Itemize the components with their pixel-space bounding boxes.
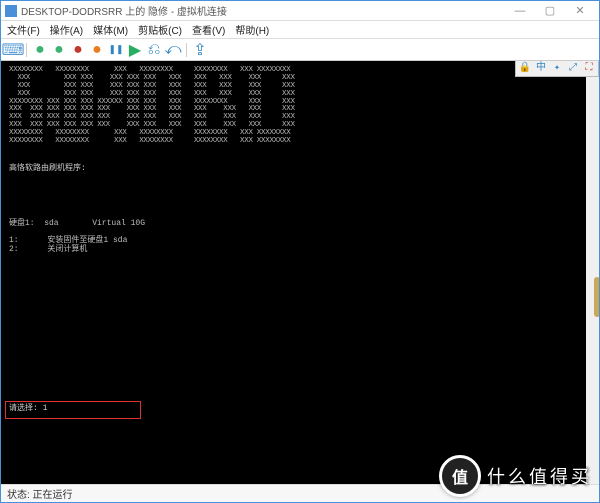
toolbar: ⌨ ● ● ● ● ❚❚ ▶ ⎌ ⤺ ⇪ xyxy=(1,39,599,61)
prompt-input-value[interactable]: 1 xyxy=(43,404,48,413)
status-text: 状态: 正在运行 xyxy=(7,486,73,501)
checkpoint-icon[interactable]: ⎌ xyxy=(146,42,162,58)
pause-icon[interactable]: ❚❚ xyxy=(108,42,124,58)
revert-icon[interactable]: ⤺ xyxy=(165,42,181,58)
scrollbar-thumb[interactable] xyxy=(594,277,599,317)
turnoff-icon[interactable]: ● xyxy=(51,42,67,58)
menu-media[interactable]: 媒体(M) xyxy=(93,22,128,37)
reset-icon[interactable]: ▶ xyxy=(127,42,143,58)
scrollbar-track[interactable] xyxy=(586,77,599,484)
fullscreen-icon[interactable]: ⛶ xyxy=(582,63,596,75)
console-mini-toolbar: 🔒 中 ✦ ⤢ ⛶ xyxy=(515,61,599,77)
menu-option-2: 2: 关闭计算机 xyxy=(9,245,591,254)
menu-file[interactable]: 文件(F) xyxy=(7,22,40,37)
ascii-banner: XXXXXXXX XXXXXXXX XXX XXXXXXXX XXXXXXXX … xyxy=(9,67,591,146)
statusbar: 状态: 正在运行 xyxy=(1,484,599,502)
pin-icon[interactable]: ✦ xyxy=(550,63,564,75)
app-icon xyxy=(5,5,17,17)
window-title: DESKTOP-DODRSRR 上的 隐修 - 虚拟机连接 xyxy=(21,3,227,18)
separator-icon xyxy=(26,43,27,57)
menu-action[interactable]: 操作(A) xyxy=(50,22,83,37)
disk-info: 硬盘1: sda Virtual 10G xyxy=(9,219,591,228)
prompt-label: 请选择: xyxy=(9,404,38,413)
menu-clipboard[interactable]: 剪贴板(C) xyxy=(138,22,182,37)
minimize-button[interactable]: — xyxy=(505,2,535,20)
resize-icon[interactable]: ⤢ xyxy=(566,63,580,75)
menu-help[interactable]: 帮助(H) xyxy=(235,22,269,37)
ime-icon[interactable]: 中 xyxy=(534,63,548,75)
menu-option-1: 1: 安装固件至硬盘1 sda xyxy=(9,236,591,245)
enhanced-session-icon[interactable]: ⇪ xyxy=(192,42,208,58)
close-button[interactable]: ✕ xyxy=(565,2,595,20)
prompt-line: 请选择: 1 xyxy=(9,404,47,413)
maximize-button[interactable]: ▢ xyxy=(535,2,565,20)
ctrl-alt-del-icon[interactable]: ⌨ xyxy=(5,42,21,58)
menu-view[interactable]: 查看(V) xyxy=(192,22,225,37)
menubar: 文件(F) 操作(A) 媒体(M) 剪贴板(C) 查看(V) 帮助(H) xyxy=(1,21,599,39)
titlebar: DESKTOP-DODRSRR 上的 隐修 - 虚拟机连接 — ▢ ✕ xyxy=(1,1,599,21)
shutdown-icon[interactable]: ● xyxy=(70,42,86,58)
separator-icon xyxy=(186,43,187,57)
save-icon[interactable]: ● xyxy=(89,42,105,58)
vm-console[interactable]: 🔒 中 ✦ ⤢ ⛶ XXXXXXXX XXXXXXXX XXX XXXXXXXX… xyxy=(1,61,599,484)
program-label: 高恪软路由刷机程序: xyxy=(9,164,591,173)
vm-connection-window: DESKTOP-DODRSRR 上的 隐修 - 虚拟机连接 — ▢ ✕ 文件(F… xyxy=(0,0,600,503)
start-icon[interactable]: ● xyxy=(32,42,48,58)
lock-icon[interactable]: 🔒 xyxy=(518,63,532,75)
